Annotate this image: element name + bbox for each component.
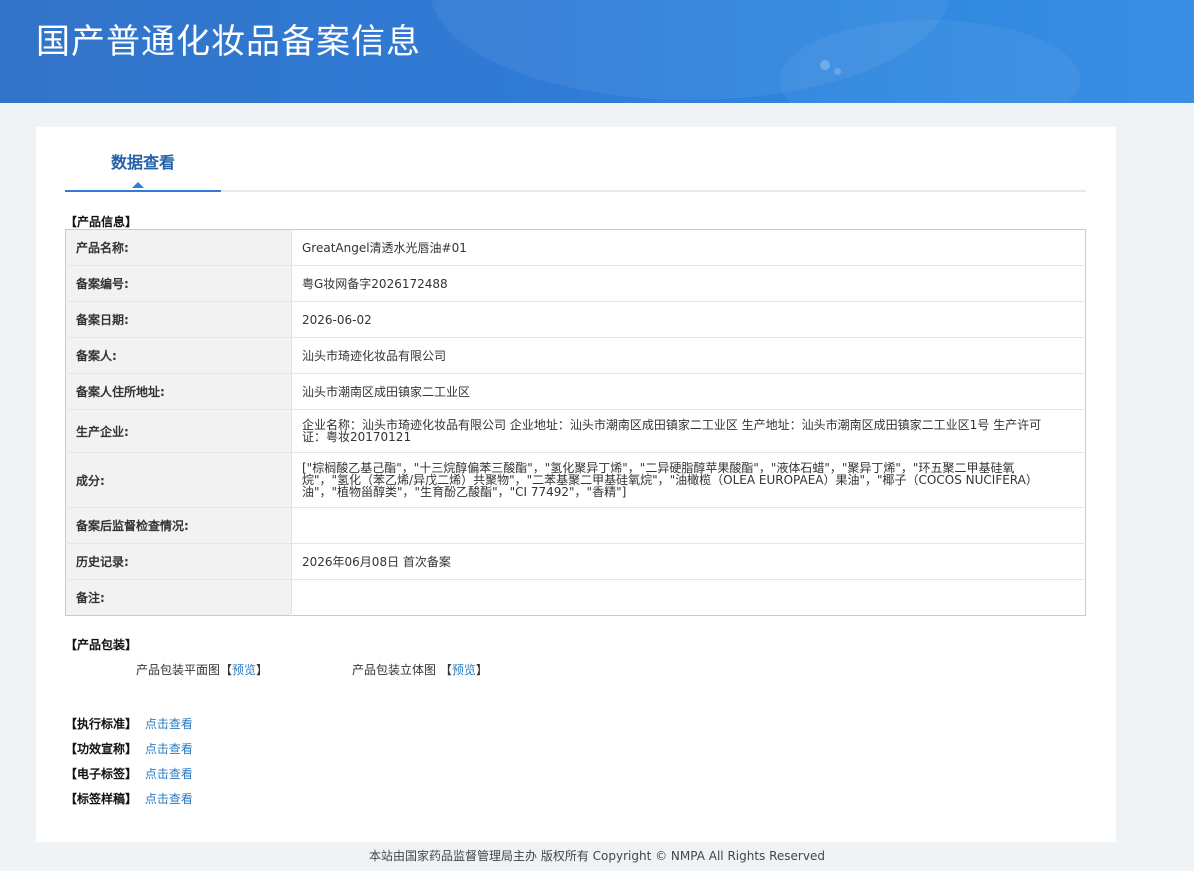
table-row: 备案人住所地址: 汕头市潮南区成田镇家二工业区 xyxy=(65,373,1086,410)
filing-number-value: 粤G妆网备字2026172488 xyxy=(302,276,448,291)
bracket: 【 xyxy=(220,663,233,677)
tab-active-caret xyxy=(132,182,144,188)
row-label-registrant: 备案人: xyxy=(65,337,292,374)
row-label-ingredients: 成分: xyxy=(65,452,292,508)
row-label-history: 历史记录: xyxy=(65,543,292,580)
standard-label: 【执行标准】 xyxy=(65,717,138,731)
registrant-value: 汕头市琦迹化妆品有限公司 xyxy=(302,348,447,363)
product-info-section-title: 【产品信息】 xyxy=(65,215,138,229)
package-flat-preview-link[interactable]: 预览 xyxy=(232,663,256,677)
row-value-history: 2026年06月08日 首次备案 xyxy=(291,543,1086,580)
table-row: 备注: xyxy=(65,579,1086,616)
table-row: 历史记录: 2026年06月08日 首次备案 xyxy=(65,543,1086,580)
package-3d-label: 产品包装立体图 xyxy=(352,663,437,677)
footer-copyright: 本站由国家药品监督管理局主办 版权所有 Copyright © NMPA All… xyxy=(369,849,825,863)
table-row: 产品名称: GreatAngel清透水光唇油#01 xyxy=(65,229,1086,266)
efficacy-view-link[interactable]: 点击查看 xyxy=(145,742,193,756)
row-value-filing-date: 2026-06-02 xyxy=(291,301,1086,338)
table-row: 备案编号: 粤G妆网备字2026172488 xyxy=(65,265,1086,302)
filing-date-value: 2026-06-02 xyxy=(302,312,372,327)
efficacy-label: 【功效宣称】 xyxy=(65,742,138,756)
bracket: 】 xyxy=(475,663,488,677)
product-info-table: 产品名称: GreatAngel清透水光唇油#01 备案编号: 粤G妆网备字20… xyxy=(65,229,1086,616)
row-value-product-name: GreatAngel清透水光唇油#01 xyxy=(291,229,1086,266)
row-value-filing-number: 粤G妆网备字2026172488 xyxy=(291,265,1086,302)
table-row: 备案人: 汕头市琦迹化妆品有限公司 xyxy=(65,337,1086,374)
label-draft-view-link[interactable]: 点击查看 xyxy=(145,792,193,806)
row-label-filing-date: 备案日期: xyxy=(65,301,292,338)
e-label-label: 【电子标签】 xyxy=(65,767,138,781)
row-label-product-name: 产品名称: xyxy=(65,229,292,266)
row-label-post-inspection: 备案后监督检查情况: xyxy=(65,507,292,544)
bracket: 【 xyxy=(439,663,452,677)
e-label-view-link[interactable]: 点击查看 xyxy=(145,767,193,781)
link-row-e-label: 【电子标签】 点击查看 xyxy=(65,765,193,782)
bracket: 】 xyxy=(256,663,269,677)
row-value-registrant-address: 汕头市潮南区成田镇家二工业区 xyxy=(291,373,1086,410)
package-3d-preview-link[interactable]: 预览 xyxy=(452,663,476,677)
row-label-filing-number: 备案编号: xyxy=(65,265,292,302)
header-decoration xyxy=(820,60,830,70)
ingredients-value: ["棕榈酸乙基己酯"，"十三烷醇偏苯三酸酯"，"氢化聚异丁烯"，"二异硬脂醇苹果… xyxy=(302,461,1038,499)
table-row: 成分: ["棕榈酸乙基己酯"，"十三烷醇偏苯三酸酯"，"氢化聚异丁烯"，"二异硬… xyxy=(65,452,1086,508)
tab-bar: 数据查看 xyxy=(65,147,1086,192)
package-3d-image-row: 产品包装立体图 【预览】 xyxy=(352,661,488,678)
link-row-standard: 【执行标准】 点击查看 xyxy=(65,715,193,732)
row-value-post-inspection xyxy=(291,507,1086,544)
table-row: 备案后监督检查情况: xyxy=(65,507,1086,544)
content-panel: 数据查看 【产品信息】 产品名称: GreatAngel清透水光唇油#01 备案… xyxy=(36,127,1116,842)
link-row-efficacy: 【功效宣称】 点击查看 xyxy=(65,740,193,757)
label-draft-label: 【标签样稿】 xyxy=(65,792,138,806)
table-row: 生产企业: 企业名称：汕头市琦迹化妆品有限公司 企业地址：汕头市潮南区成田镇家二… xyxy=(65,409,1086,453)
history-value: 2026年06月08日 首次备案 xyxy=(302,554,451,569)
row-value-remarks xyxy=(292,580,1086,616)
package-flat-label: 产品包装平面图 xyxy=(136,663,221,677)
row-value-registrant: 汕头市琦迹化妆品有限公司 xyxy=(291,337,1086,374)
row-label-registrant-address: 备案人住所地址: xyxy=(65,373,292,410)
manufacturer-value: 企业名称：汕头市琦迹化妆品有限公司 企业地址：汕头市潮南区成田镇家二工业区 生产… xyxy=(302,418,1042,444)
page-title: 国产普通化妆品备案信息 xyxy=(36,22,421,62)
standard-view-link[interactable]: 点击查看 xyxy=(145,717,193,731)
header-decoration xyxy=(834,68,841,75)
packaging-section-title: 【产品包装】 xyxy=(65,638,138,652)
row-label-manufacturer: 生产企业: xyxy=(65,409,292,453)
row-value-ingredients: ["棕榈酸乙基己酯"，"十三烷醇偏苯三酸酯"，"氢化聚异丁烯"，"二异硬脂醇苹果… xyxy=(291,452,1086,508)
package-flat-image-row: 产品包装平面图【预览】 xyxy=(136,661,268,678)
product-name-value: GreatAngel清透水光唇油#01 xyxy=(302,240,467,255)
table-row: 备案日期: 2026-06-02 xyxy=(65,301,1086,338)
registrant-address-value: 汕头市潮南区成田镇家二工业区 xyxy=(302,384,471,399)
link-row-label-draft: 【标签样稿】 点击查看 xyxy=(65,790,193,807)
row-value-manufacturer: 企业名称：汕头市琦迹化妆品有限公司 企业地址：汕头市潮南区成田镇家二工业区 生产… xyxy=(291,409,1086,453)
row-label-remarks: 备注: xyxy=(65,579,292,616)
page-header: 国产普通化妆品备案信息 xyxy=(0,0,1194,103)
